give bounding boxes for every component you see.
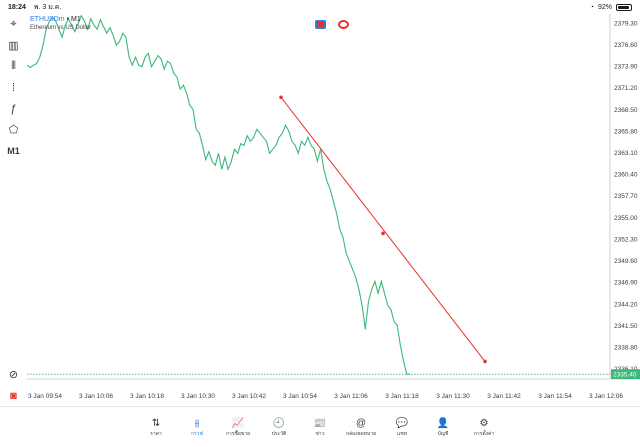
zoom-icon[interactable]: ⊘ [3, 364, 25, 385]
nav-label: ประวัติ [271, 430, 287, 437]
price-tick-label: 2341.50 [614, 323, 638, 330]
nav-history[interactable]: 🕘 ประวัติ [259, 407, 300, 447]
time-tick-label: 3 Jan 10:30 [181, 393, 215, 400]
nav-label: การซื้อขาย [225, 430, 251, 437]
nav-chat[interactable]: 💬 แชท [382, 407, 423, 447]
timeframe-label[interactable]: M1 [3, 140, 25, 161]
wifi-icon: ◔ [589, 3, 594, 11]
quotes-icon: ⇅ [151, 417, 161, 429]
candlestick-icon[interactable]: ▥ [3, 35, 25, 56]
price-tick-label: 2360.40 [614, 172, 638, 179]
time-tick-label: 3 Jan 09:54 [28, 393, 62, 400]
symbol-timeframe: M1 [70, 16, 81, 23]
chart-area[interactable]: 2379.30 2376.60 2373.90 2371.20 2368.50 2365.… [26, 14, 640, 406]
symbol-name: ETHUSDm [30, 16, 65, 23]
nav-label: แชท [397, 430, 407, 437]
price-tick-label: 2368.50 [614, 107, 638, 114]
trend-line-anchor [483, 359, 487, 364]
nav-label: การตั้งค่า [473, 430, 495, 437]
accounts-icon: 👤 [436, 417, 450, 429]
symbol-separator: • [66, 16, 70, 23]
settings-icon: ⚙ [479, 417, 489, 429]
one-click-icon[interactable]: ◙ [3, 385, 25, 406]
time-tick-label: 3 Jan 11:54 [538, 393, 572, 400]
bottom-nav: ⇅ ราคา ⫵ กราฟ 📈 การซื้อขาย 🕘 ประวัติ 📰 ข่าว @ กล่อง… [0, 406, 640, 447]
battery-percent: 92% [597, 3, 612, 11]
time-tick-label: 3 Jan 10:06 [79, 393, 113, 400]
trade-levels-icon[interactable] [338, 20, 349, 29]
price-tick-label: 2363.10 [614, 150, 638, 157]
chat-icon: 💬 [395, 417, 409, 429]
trend-line-anchor [279, 95, 283, 100]
price-tick-label: 2373.90 [614, 64, 638, 71]
price-tick-label: 2352.30 [614, 236, 638, 243]
mailbox-icon: @ [355, 417, 367, 429]
time-tick-label: 3 Jan 10:54 [283, 393, 317, 400]
price-tick-label: 2346.90 [614, 280, 638, 287]
left-toolbar: ⌖ ▥ ⫴ ⁞ ƒ ⬠ M1 ⊘ ◙ [0, 14, 27, 406]
nav-quotes[interactable]: ⇅ ราคา [136, 407, 177, 447]
shapes-icon[interactable]: ⬠ [3, 119, 25, 140]
status-date: พ. 3 ม.ค. [33, 3, 62, 11]
nav-label: ราคา [150, 430, 162, 437]
price-chart[interactable]: 2379.30 2376.60 2373.90 2371.20 2368.50 2365.… [26, 14, 640, 406]
price-tick-label: 2355.00 [614, 215, 638, 222]
status-right: ◔ 92% [589, 3, 632, 11]
symbol-title: ETHUSDm • M1 [30, 16, 81, 23]
price-tick-label: 2338.80 [614, 344, 638, 351]
symbol-description: Ethereum vs US Dollar [30, 25, 92, 31]
trade-icon: 📈 [231, 417, 245, 429]
history-icon: 🕘 [272, 417, 286, 429]
nav-chart[interactable]: ⫵ กราฟ [177, 407, 218, 447]
nav-trade[interactable]: 📈 การซื้อขาย [218, 407, 259, 447]
price-tick-label: 2371.20 [614, 85, 638, 92]
time-tick-label: 3 Jan 10:42 [232, 393, 266, 400]
function-icon[interactable]: ƒ [3, 98, 25, 119]
time-tick-label: 3 Jan 11:06 [334, 393, 368, 400]
battery-fill [618, 5, 630, 9]
time-tick-label: 3 Jan 10:18 [130, 393, 164, 400]
objects-icon[interactable]: ⁞ [3, 77, 25, 98]
trend-line [280, 96, 486, 362]
current-price-label: 2335.40 [613, 372, 637, 379]
nav-mailbox[interactable]: @ กล่องจดหมาย [341, 407, 382, 447]
nav-settings[interactable]: ⚙ การตั้งค่า [464, 407, 505, 447]
price-tick-label: 2349.60 [614, 258, 638, 265]
price-series-line [26, 14, 410, 375]
nav-label: กราฟ [190, 430, 204, 437]
nav-label: กล่องจดหมาย [345, 430, 377, 437]
one-click-trading-icon[interactable] [315, 20, 326, 29]
status-time: 18:24 [8, 3, 26, 11]
chart-icon: ⫵ [194, 417, 200, 429]
trend-line-anchor [381, 231, 385, 236]
battery-icon [616, 3, 632, 11]
nav-accounts[interactable]: 👤 บัญชี [423, 407, 464, 447]
price-tick-label: 2357.70 [614, 193, 638, 200]
indicators-icon[interactable]: ⫴ [3, 56, 25, 77]
crosshair-icon[interactable]: ⌖ [3, 14, 25, 35]
price-tick-label: 2376.60 [614, 42, 638, 49]
price-tick-label: 2379.30 [614, 20, 638, 27]
time-tick-label: 3 Jan 12:06 [589, 393, 623, 400]
nav-label: ข่าว [315, 430, 325, 437]
status-bar: 18:24 พ. 3 ม.ค. ◔ 92% [0, 0, 640, 14]
price-tick-label: 2344.20 [614, 301, 638, 308]
time-tick-label: 3 Jan 11:42 [487, 393, 521, 400]
price-tick-label: 2365.80 [614, 128, 638, 135]
news-icon: 📰 [313, 417, 327, 429]
nav-news[interactable]: 📰 ข่าว [300, 407, 341, 447]
time-tick-label: 3 Jan 11:18 [385, 393, 419, 400]
nav-label: บัญชี [437, 430, 449, 437]
chart-top-icons [315, 20, 349, 29]
time-tick-label: 3 Jan 11:30 [436, 393, 470, 400]
